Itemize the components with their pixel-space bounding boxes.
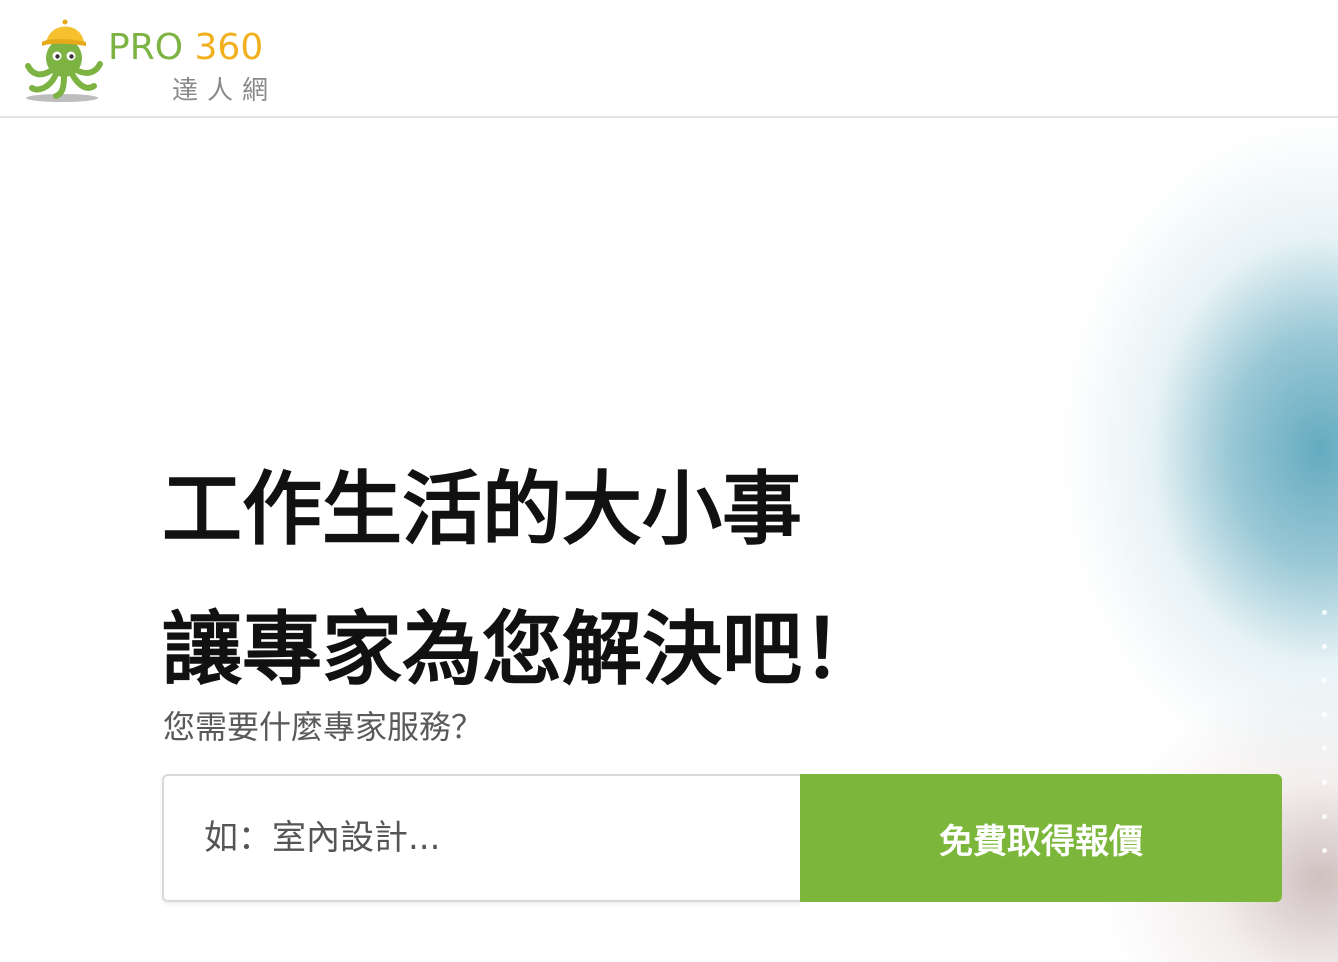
- headline-line-2: 讓專家為您解決吧！: [162, 603, 882, 696]
- octopus-mascot-icon: [25, 19, 103, 102]
- service-search-box: [162, 774, 800, 902]
- dot: [1322, 780, 1327, 785]
- brand-word-number: 360: [194, 27, 264, 68]
- site-header: PRO 360 達人網: [0, 0, 1338, 118]
- dot: [1322, 712, 1327, 717]
- headline-line-1: 工作生活的大小事: [162, 463, 802, 556]
- hero-section: 工作生活的大小事 讓專家為您解決吧！ 您需要什麼專家服務？ 免費取得報價: [0, 120, 1338, 962]
- dot: [1322, 814, 1327, 819]
- dot: [1322, 746, 1327, 751]
- decorative-dots: [1322, 610, 1332, 890]
- service-prompt-label: 您需要什麼專家服務？: [163, 708, 484, 746]
- brand-word-pro: PRO: [108, 27, 184, 68]
- brand-wordmark: PRO 360: [108, 26, 263, 70]
- get-free-quote-button[interactable]: 免費取得報價: [800, 774, 1282, 902]
- service-search-input[interactable]: [164, 776, 800, 900]
- dot: [1322, 848, 1327, 853]
- dot: [1322, 678, 1327, 683]
- brand-logo-link[interactable]: PRO 360 達人網: [22, 8, 292, 108]
- hero-headline: 工作生活的大小事 讓專家為您解決吧！: [162, 440, 882, 720]
- dot: [1322, 610, 1327, 615]
- dot: [1322, 644, 1327, 649]
- brand-subtitle: 達人網: [172, 76, 278, 106]
